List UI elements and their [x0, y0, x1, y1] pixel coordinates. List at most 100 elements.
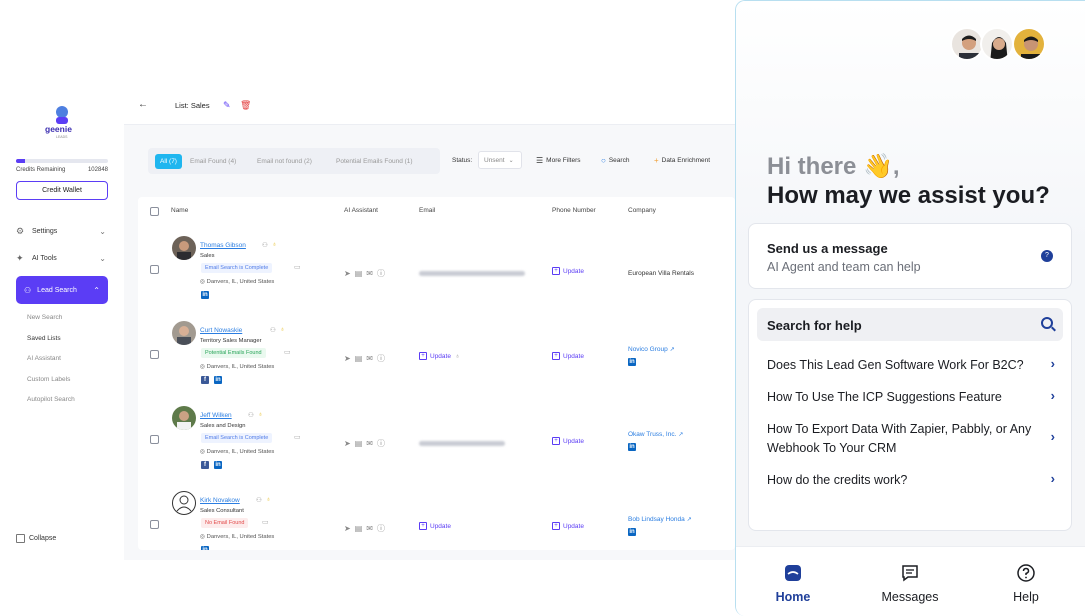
- send-message-card[interactable]: Send us a message AI Agent and team can …: [748, 223, 1072, 289]
- column-header-phone[interactable]: Phone Number: [552, 207, 596, 214]
- comment-icon[interactable]: ▭: [284, 348, 291, 356]
- avatar: [172, 406, 196, 430]
- table-row[interactable]: Thomas Gibson ⚇ ♁ Sales Email Search is …: [138, 236, 735, 321]
- ai-action-icons[interactable]: ➤▤✉ⓘ: [344, 438, 389, 449]
- email-value-hidden: [419, 271, 525, 276]
- help-article[interactable]: How To Use The ICP Suggestions Feature: [767, 388, 1057, 407]
- lead-name-link[interactable]: Kirk Novakow: [200, 497, 240, 504]
- company-link[interactable]: Bob Lindsay Honda ↗: [628, 516, 692, 523]
- geenie-logo[interactable]: geenie LEADS: [42, 103, 82, 139]
- lightbulb-icon[interactable]: ♁: [258, 411, 263, 418]
- phone-update-button[interactable]: + Update: [552, 267, 584, 275]
- people-icon[interactable]: ⚇: [248, 411, 254, 419]
- lead-name-link[interactable]: Curt Nowaskie: [200, 327, 242, 334]
- table-row[interactable]: Curt Nowaskie ⚇ ♁ Territory Sales Manage…: [138, 321, 735, 406]
- edit-icon[interactable]: ✎: [223, 100, 231, 111]
- linkedin-icon[interactable]: in: [214, 376, 222, 384]
- nav-help[interactable]: Help: [981, 547, 1071, 616]
- lightbulb-icon[interactable]: ♁: [272, 241, 277, 248]
- nav-home[interactable]: Home: [748, 547, 838, 616]
- table-row[interactable]: Kirk Novakow ⚇ ♁ Sales Consultant No Ema…: [138, 491, 735, 550]
- lightbulb-icon[interactable]: ♁: [266, 496, 271, 503]
- column-header-email[interactable]: Email: [419, 207, 435, 214]
- gear-icon: ⚙: [16, 226, 25, 236]
- search-button[interactable]: ○ Search: [601, 156, 629, 165]
- phone-update-button[interactable]: + Update: [552, 522, 584, 530]
- collapse-button[interactable]: Collapse: [16, 534, 56, 543]
- more-filters-button[interactable]: ☰ More Filters: [536, 156, 580, 165]
- people-icon[interactable]: ⚇: [256, 496, 262, 504]
- sidebar-sub-autopilot-search[interactable]: Autopilot Search: [27, 396, 75, 403]
- sidebar-item-ai-tools[interactable]: ✦ AI Tools ⌄: [16, 251, 108, 265]
- help-article[interactable]: Does This Lead Gen Software Work For B2C…: [767, 356, 1057, 375]
- linkedin-icon[interactable]: in: [628, 528, 636, 536]
- sidebar-item-settings[interactable]: ⚙ Settings ⌄: [16, 224, 108, 238]
- linkedin-icon[interactable]: in: [628, 358, 636, 366]
- lead-location: ◎ Danvers, IL, United States: [200, 449, 275, 455]
- trash-icon[interactable]: 🗑: [240, 100, 251, 111]
- facebook-icon[interactable]: f: [201, 461, 209, 469]
- avatar: [172, 236, 196, 260]
- table-row[interactable]: Jeff Wilken ⚇ ♁ Sales and Design Email S…: [138, 406, 735, 491]
- lightbulb-icon[interactable]: ♁: [455, 353, 460, 360]
- row-checkbox[interactable]: [150, 350, 159, 359]
- back-arrow-icon[interactable]: ←: [138, 99, 148, 110]
- row-checkbox[interactable]: [150, 520, 159, 529]
- email-filter-tabs: All (7) Email Found (4) Email not found …: [148, 148, 440, 174]
- company-link[interactable]: Okaw Truss, Inc. ↗: [628, 431, 683, 438]
- sidebar-sub-saved-lists[interactable]: Saved Lists: [27, 335, 61, 342]
- chevron-down-icon: ⌄: [99, 253, 106, 263]
- help-article[interactable]: How To Export Data With Zapier, Pabbly, …: [767, 420, 1037, 458]
- linkedin-icon[interactable]: in: [201, 291, 209, 299]
- lead-name-link[interactable]: Thomas Gibson: [200, 242, 246, 249]
- chevron-right-icon: ›: [1050, 429, 1055, 444]
- nav-messages[interactable]: Messages: [865, 547, 955, 616]
- help-search[interactable]: Search for help: [757, 308, 1063, 341]
- select-all-checkbox[interactable]: [150, 207, 159, 216]
- status-select[interactable]: Unsent ⌄: [478, 151, 522, 169]
- lead-name-link[interactable]: Jeff Wilken: [200, 412, 232, 419]
- tab-email-not-found[interactable]: Email not found (2): [257, 154, 312, 169]
- row-checkbox[interactable]: [150, 435, 159, 444]
- ai-action-icons[interactable]: ➤▤✉ⓘ: [344, 268, 389, 279]
- phone-update-button[interactable]: + Update: [552, 437, 584, 445]
- svg-text:geenie: geenie: [45, 124, 72, 134]
- linkedin-icon[interactable]: in: [201, 546, 209, 550]
- column-header-name[interactable]: Name: [171, 207, 188, 214]
- data-enrichment-button[interactable]: + Data Enrichment: [654, 156, 710, 165]
- status-label: Status:: [452, 157, 473, 164]
- email-update-button[interactable]: + Update ♁: [419, 352, 460, 360]
- column-header-company[interactable]: Company: [628, 207, 656, 214]
- linkedin-icon[interactable]: in: [628, 443, 636, 451]
- people-icon[interactable]: ⚇: [262, 241, 268, 249]
- phone-update-button[interactable]: + Update: [552, 352, 584, 360]
- facebook-icon[interactable]: f: [201, 376, 209, 384]
- ai-action-icons[interactable]: ➤▤✉ⓘ: [344, 353, 389, 364]
- column-header-ai-assistant[interactable]: AI Assistant: [344, 207, 378, 214]
- plus-square-icon: +: [552, 437, 560, 445]
- help-article[interactable]: How do the credits work?: [767, 471, 1057, 490]
- people-icon[interactable]: ⚇: [270, 326, 276, 334]
- tab-potential-emails[interactable]: Potential Emails Found (1): [336, 154, 413, 169]
- sliders-icon: ☰: [536, 156, 544, 165]
- comment-icon[interactable]: ▭: [294, 263, 301, 271]
- comment-icon[interactable]: ▭: [294, 433, 301, 441]
- credit-wallet-button[interactable]: Credit Wallet: [16, 181, 108, 200]
- external-link-icon: ↗: [686, 517, 692, 523]
- lead-title: Sales Consultant: [200, 508, 244, 514]
- comment-icon[interactable]: ▭: [262, 518, 269, 526]
- tab-all[interactable]: All (7): [155, 154, 182, 169]
- sidebar-sub-ai-assistant[interactable]: AI Assistant: [27, 355, 61, 362]
- lead-title: Territory Sales Manager: [200, 338, 262, 344]
- sidebar-item-lead-search[interactable]: ⚇ Lead Search ⌃: [16, 276, 108, 304]
- sidebar-sub-new-search[interactable]: New Search: [27, 314, 62, 321]
- send-message-subtitle: AI Agent and team can help: [767, 260, 921, 274]
- row-checkbox[interactable]: [150, 265, 159, 274]
- linkedin-icon[interactable]: in: [214, 461, 222, 469]
- lightbulb-icon[interactable]: ♁: [280, 326, 285, 333]
- ai-action-icons[interactable]: ➤▤✉ⓘ: [344, 523, 389, 534]
- company-link[interactable]: Novico Group ↗: [628, 346, 675, 353]
- tab-email-found[interactable]: Email Found (4): [190, 154, 236, 169]
- sidebar-sub-custom-labels[interactable]: Custom Labels: [27, 376, 70, 383]
- email-update-button[interactable]: + Update: [419, 522, 451, 530]
